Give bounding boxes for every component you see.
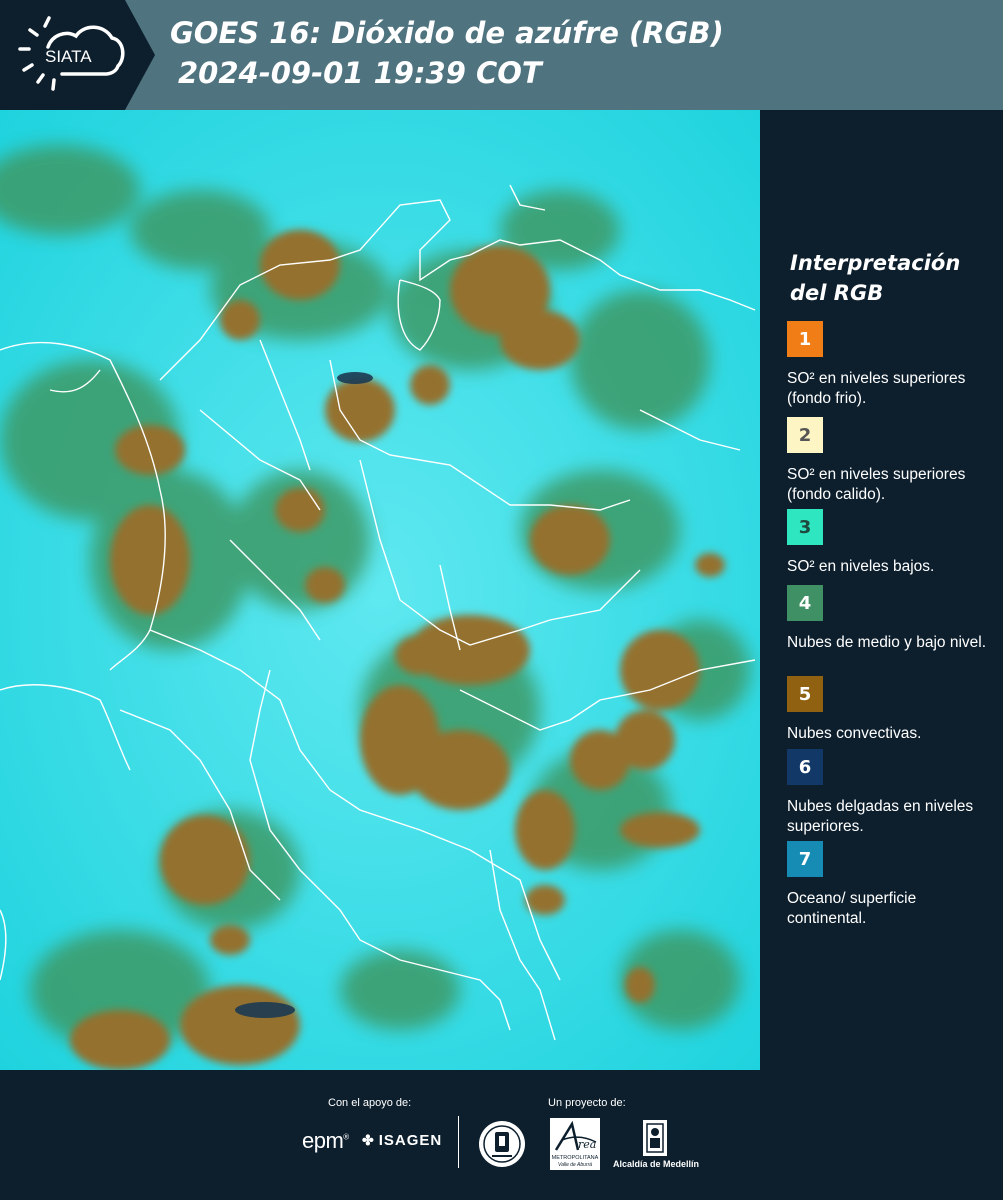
timestamp: 2024-09-01 19:39 COT (178, 56, 542, 90)
legend-item: 3 SO² en niveles bajos. (787, 509, 997, 577)
footer: Con el apoyo de: Un proyecto de: epm® ✤ I… (0, 1070, 1003, 1200)
svg-text:METROPOLITANA: METROPOLITANA (552, 1155, 599, 1161)
legend-item: 7 Oceano/ superficie continental. (787, 841, 997, 929)
satellite-map[interactable] (0, 110, 760, 1070)
legend-text: SO² en niveles superiores (fondo calido)… (787, 466, 966, 503)
legend-text: SO² en niveles bajos. (787, 558, 935, 575)
medellin-seal-icon[interactable] (478, 1118, 526, 1170)
legend-panel: Interpretación del RGB 1 SO² en niveles … (760, 110, 1003, 1070)
legend-swatch: 4 (787, 585, 823, 621)
svg-text:rea: rea (578, 1138, 596, 1151)
legend-swatch: 5 (787, 676, 823, 712)
support-label: Con el apoyo de: (328, 1097, 412, 1109)
legend-swatch: 1 (787, 321, 823, 357)
alcaldia-label: Alcaldía de Medellín (613, 1159, 700, 1169)
epm-logo-text: epm (302, 1128, 344, 1153)
legend-item: 4 Nubes de medio y bajo nivel. (787, 585, 997, 653)
legend-item: 1 SO² en niveles superiores (fondo frio)… (787, 321, 997, 409)
isagen-mark-icon: ✤ (362, 1132, 375, 1148)
alcaldia-shield-icon[interactable] (641, 1118, 669, 1158)
legend-title: Interpretación del RGB (790, 251, 961, 305)
project-label: Un proyecto de: (548, 1097, 626, 1109)
footer-divider (458, 1116, 459, 1168)
legend-text: Nubes convectivas. (787, 725, 922, 742)
isagen-logo-text: ISAGEN (378, 1132, 443, 1149)
legend-item: 5 Nubes convectivas. (787, 676, 997, 744)
legend-swatch: 7 (787, 841, 823, 877)
isagen-logo[interactable]: ✤ ISAGEN (362, 1132, 442, 1149)
header-bar: SIATA GOES 16: Dióxido de azúfre (RGB) 2… (0, 0, 1003, 110)
svg-text:Valle de Aburrá: Valle de Aburrá (558, 1162, 592, 1168)
legend-text: Nubes de medio y bajo nivel. (787, 634, 987, 651)
siata-logo[interactable]: SIATA (0, 0, 155, 110)
area-metropolitana-logo[interactable]: rea METROPOLITANA Valle de Aburrá (550, 1118, 602, 1170)
epm-logo[interactable]: epm® (302, 1128, 349, 1154)
page-title: GOES 16: Dióxido de azúfre (RGB) (170, 16, 724, 50)
legend-swatch: 2 (787, 417, 823, 453)
legend-item: 2 SO² en niveles superiores (fondo calid… (787, 417, 997, 505)
legend-swatch: 6 (787, 749, 823, 785)
legend-swatch: 3 (787, 509, 823, 545)
legend-item: 6 Nubes delgadas en niveles superiores. (787, 749, 997, 837)
legend-text: Oceano/ superficie continental. (787, 890, 917, 927)
legend-text: SO² en niveles superiores (fondo frio). (787, 370, 966, 407)
legend-text: Nubes delgadas en niveles superiores. (787, 798, 974, 835)
svg-text:SIATA: SIATA (45, 47, 92, 66)
